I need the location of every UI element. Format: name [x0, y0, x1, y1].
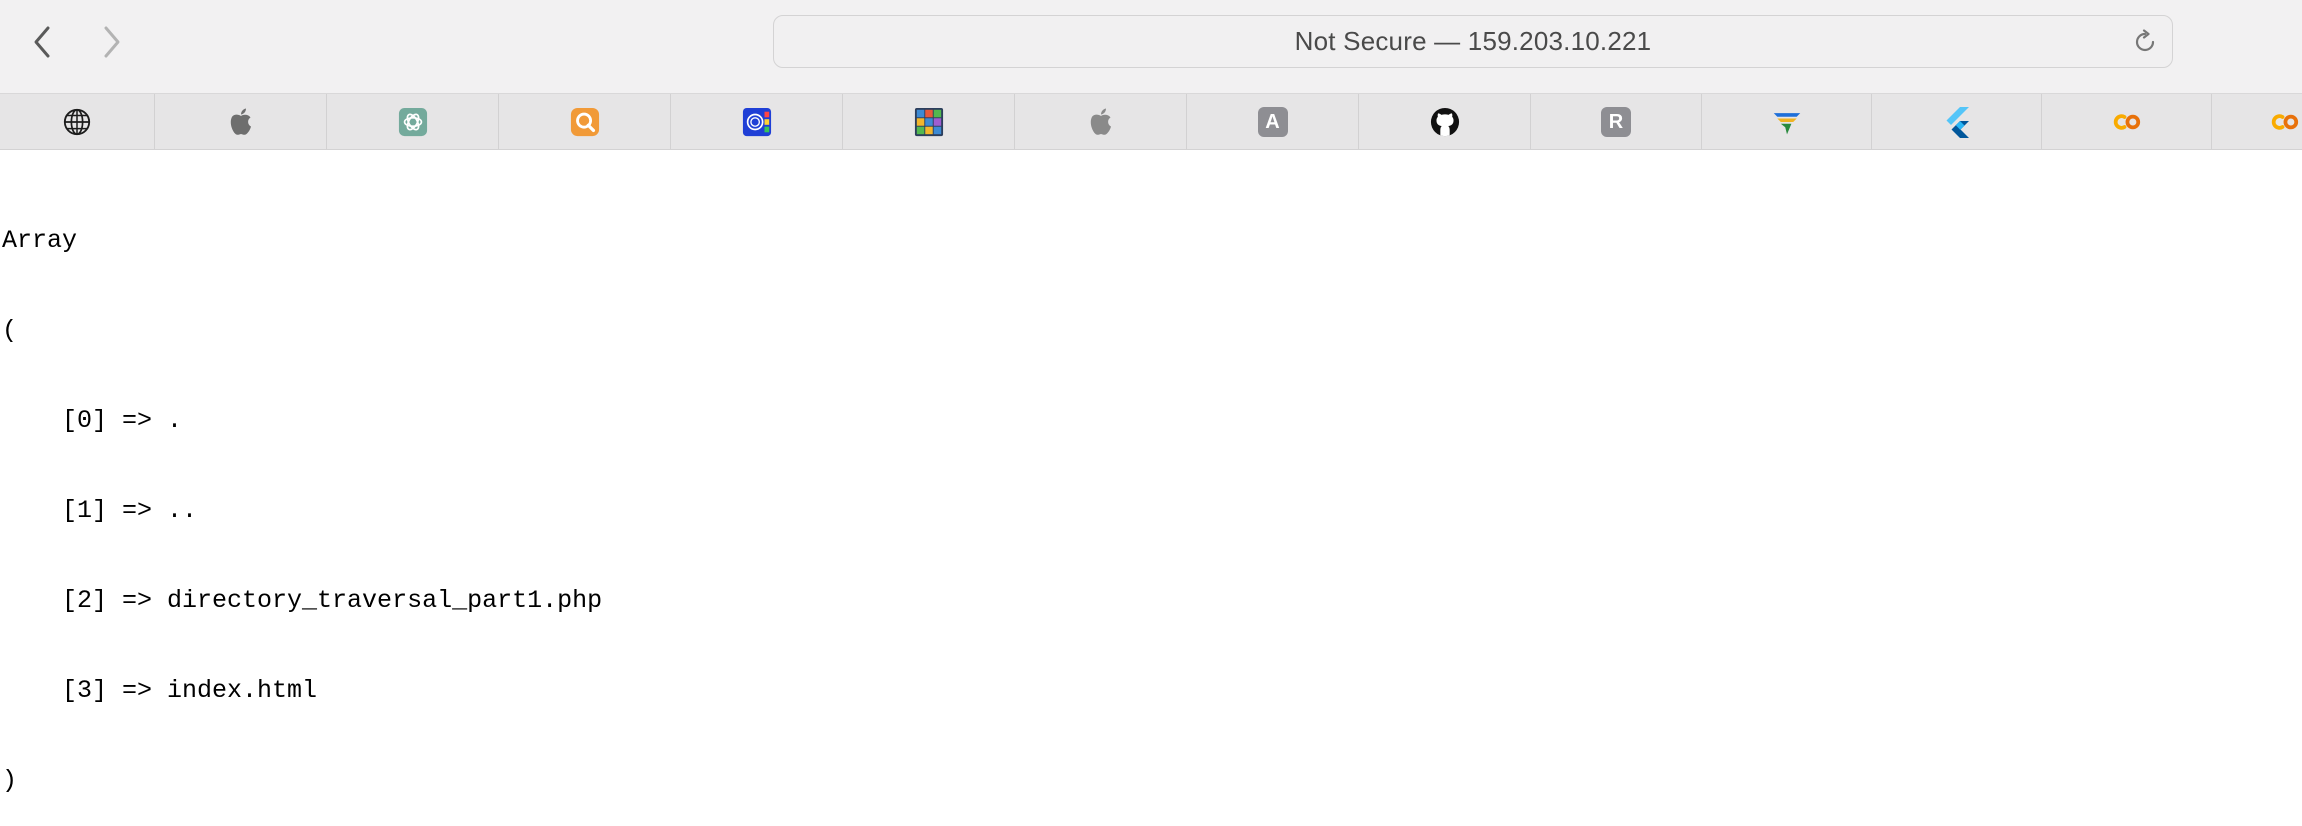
output-line-entry-0: [0] => .	[2, 406, 183, 435]
output-line-entry-1: [1] => ..	[2, 496, 198, 525]
favorite-colab-2[interactable]	[2212, 94, 2302, 149]
apple-icon	[1086, 107, 1116, 137]
favorite-globe[interactable]	[0, 94, 155, 149]
favorite-r-site[interactable]: R	[1531, 94, 1702, 149]
wing-icon	[1772, 107, 1802, 137]
favorite-a-site[interactable]: A	[1187, 94, 1359, 149]
browser-toolbar: Not Secure — 159.203.10.221	[0, 0, 2302, 94]
favorite-chatgpt[interactable]	[327, 94, 499, 149]
colab-icon	[2270, 107, 2300, 137]
grid-icon	[914, 107, 944, 137]
favorite-apple-2[interactable]	[1015, 94, 1187, 149]
output-line-entry-2: [2] => directory_traversal_part1.php	[2, 586, 603, 615]
blue-app-icon	[742, 107, 772, 137]
output-line-close-paren: )	[2, 766, 18, 795]
letter-a-label: A	[1265, 110, 1280, 133]
reload-button[interactable]	[2130, 27, 2160, 57]
page-content: Array ( [0] => . [1] => .. [2] => direct…	[2, 166, 2292, 826]
chevron-right-icon	[104, 26, 120, 58]
chevron-left-icon	[34, 26, 50, 58]
favorite-apple[interactable]	[155, 94, 327, 149]
flutter-icon	[1942, 107, 1972, 138]
back-button[interactable]	[20, 20, 64, 64]
favorites-bar: A R	[0, 94, 2302, 150]
letter-r-icon: R	[1601, 107, 1631, 137]
letter-a-icon: A	[1257, 107, 1288, 137]
openai-icon	[398, 107, 428, 137]
forward-button[interactable]	[90, 20, 134, 64]
apple-icon	[226, 107, 256, 137]
favorite-colab[interactable]	[2042, 94, 2212, 149]
favorite-grid-app[interactable]	[843, 94, 1015, 149]
output-line-open-paren: (	[2, 316, 18, 345]
letter-r-label: R	[1608, 110, 1624, 133]
address-bar[interactable]: Not Secure — 159.203.10.221	[773, 15, 2173, 68]
github-icon	[1430, 107, 1460, 137]
favorite-seal-app[interactable]	[671, 94, 843, 149]
globe-icon	[62, 107, 92, 137]
favorite-github[interactable]	[1359, 94, 1531, 149]
favorite-flutter[interactable]	[1872, 94, 2042, 149]
q-search-icon	[570, 107, 600, 137]
output-line-entry-3: [3] => index.html	[2, 676, 318, 705]
favorite-qreader[interactable]	[499, 94, 671, 149]
reload-icon	[2135, 29, 2155, 52]
output-line-array: Array	[2, 226, 78, 255]
colab-icon	[2112, 107, 2142, 137]
favorite-winged-app[interactable]	[1702, 94, 1872, 149]
address-text: Not Secure — 159.203.10.221	[1294, 26, 1652, 56]
